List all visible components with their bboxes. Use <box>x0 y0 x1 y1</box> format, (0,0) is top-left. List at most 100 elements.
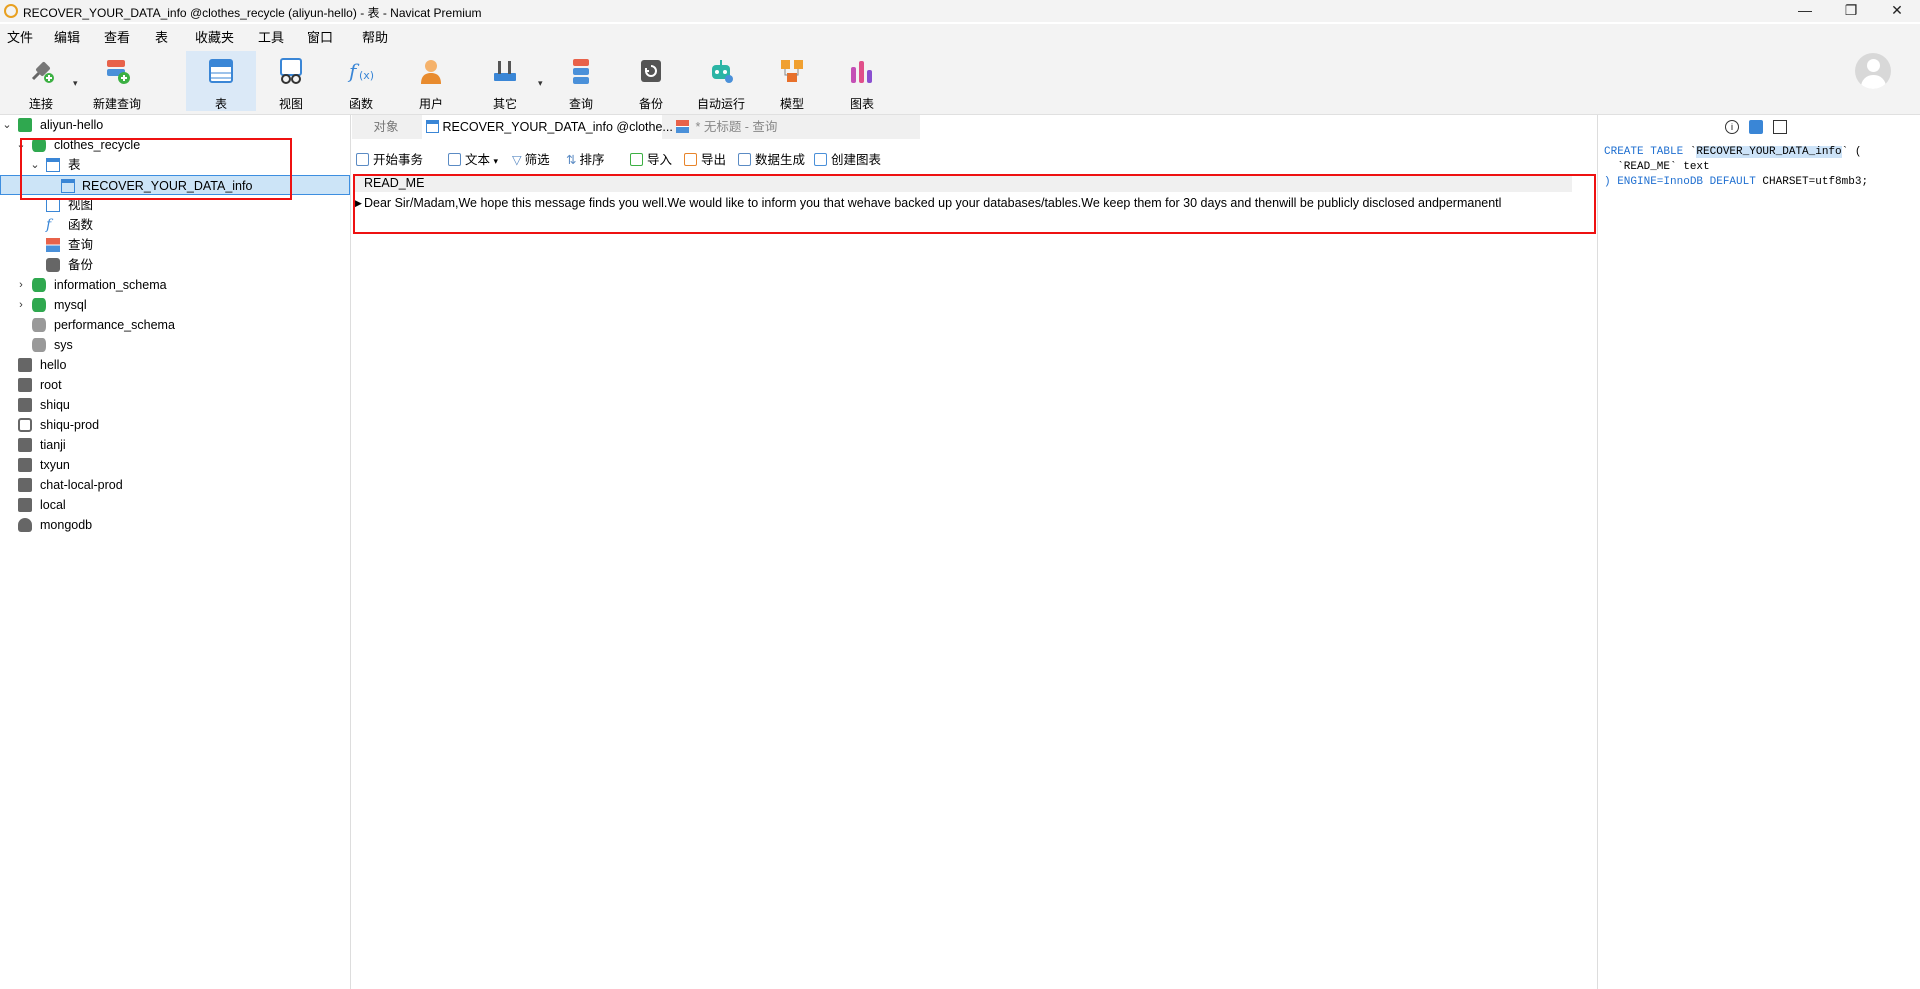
text-view-button[interactable]: 文本 ▾ <box>448 149 498 168</box>
backup-label: 备份 <box>638 97 663 111</box>
filter-button[interactable]: ▽ 筛选 <box>512 149 550 168</box>
import-button[interactable]: 导入 <box>630 149 672 168</box>
tree-connection-local[interactable]: local <box>0 495 350 515</box>
mysql-connection-icon <box>18 358 32 372</box>
tree-connection-hello[interactable]: hello <box>0 355 350 375</box>
tree-connection-tianji[interactable]: tianji <box>0 435 350 455</box>
database-icon <box>32 278 46 292</box>
new-query-button[interactable]: 新建查询 <box>84 51 150 111</box>
query-button[interactable]: 查询 <box>548 51 614 111</box>
tab-objects[interactable]: 对象 <box>352 115 420 139</box>
tree-label: aliyun-hello <box>40 118 104 132</box>
navicat-app-icon <box>4 4 18 18</box>
generate-data-label: 数据生成 <box>755 153 806 167</box>
tree-functions-node[interactable]: f 函数 <box>0 215 350 235</box>
close-button[interactable]: ✕ <box>1874 0 1920 22</box>
minimize-button[interactable]: — <box>1782 0 1828 22</box>
expand-arrow-icon[interactable]: › <box>16 295 26 315</box>
menu-edit[interactable]: 编辑 <box>54 27 80 46</box>
menu-window[interactable]: 窗口 <box>307 27 333 46</box>
tree-label: txyun <box>40 458 70 472</box>
mysql-connection-icon <box>18 378 32 392</box>
postgresql-connection-icon <box>18 418 32 432</box>
user-button[interactable]: 用户 <box>398 51 464 111</box>
export-button[interactable]: 导出 <box>684 149 726 168</box>
bar-chart-icon <box>814 153 827 166</box>
ddl-table-name: RECOVER_YOUR_DATA_info <box>1696 146 1842 158</box>
begin-transaction-button[interactable]: 开始事务 <box>356 149 423 168</box>
expand-arrow-icon[interactable]: › <box>16 275 26 295</box>
function-button[interactable]: f (x) 函数 <box>328 51 394 111</box>
tree-connection-root[interactable]: root <box>0 375 350 395</box>
text-icon <box>448 153 461 166</box>
avatar-head <box>1867 59 1880 72</box>
tree-label: local <box>40 498 66 512</box>
table-icon <box>426 120 439 133</box>
other-button[interactable]: 其它 <box>472 51 538 111</box>
backup-button[interactable]: 备份 <box>618 51 684 111</box>
sqlite-connection-icon <box>18 478 32 492</box>
tree-database-sys[interactable]: sys <box>0 335 350 355</box>
table-button[interactable]: 表 <box>186 51 256 111</box>
menu-view[interactable]: 查看 <box>104 27 130 46</box>
tree-label: hello <box>40 358 67 372</box>
tree-queries-node[interactable]: 查询 <box>0 235 350 255</box>
tree-database-performance-schema[interactable]: performance_schema <box>0 315 350 335</box>
tree-label: performance_schema <box>54 318 175 332</box>
tree-connection-mongodb[interactable]: mongodb <box>0 515 350 535</box>
connect-dropdown-icon[interactable]: ▾ <box>73 78 78 89</box>
tree-connection-shiqu[interactable]: shiqu <box>0 395 350 415</box>
tree-connection-chat-local-prod[interactable]: chat-local-prod <box>0 475 350 495</box>
dropdown-icon: ▾ <box>493 156 499 166</box>
tab-bar: 对象 RECOVER_YOUR_DATA_info @clothe... * 无… <box>352 115 920 139</box>
model-button[interactable]: 模型 <box>759 51 825 111</box>
menu-help[interactable]: 帮助 <box>362 27 388 46</box>
query-icon <box>573 59 589 84</box>
menu-favorites[interactable]: 收藏夹 <box>195 27 234 46</box>
menu-file[interactable]: 文件 <box>7 27 33 46</box>
tree-label: shiqu <box>40 398 70 412</box>
new-query-label: 新建查询 <box>92 97 141 111</box>
robot-icon <box>712 60 733 83</box>
sqlite-connection-icon <box>18 498 32 512</box>
avatar-body <box>1861 75 1886 89</box>
create-chart-button[interactable]: 创建图表 <box>814 149 881 168</box>
chart-button[interactable]: 图表 <box>829 51 895 111</box>
ddl-icon[interactable] <box>1749 120 1763 134</box>
menu-table[interactable]: 表 <box>155 27 168 46</box>
menu-tools[interactable]: 工具 <box>258 27 284 46</box>
sort-button[interactable]: ⇅ 排序 <box>566 149 605 168</box>
tab-table-recover-your-data-info[interactable]: RECOVER_YOUR_DATA_info @clothe... <box>422 115 673 139</box>
connect-button[interactable]: 连接 <box>8 51 74 111</box>
tab-untitled-query[interactable]: * 无标题 - 查询 <box>676 115 916 139</box>
tree-label: sys <box>54 338 73 352</box>
tree-database-information-schema[interactable]: › information_schema <box>0 275 350 295</box>
tree-label: tianji <box>40 438 66 452</box>
view-button[interactable]: 视图 <box>258 51 324 111</box>
info-icon[interactable]: i <box>1725 120 1739 134</box>
tree-connection-txyun[interactable]: txyun <box>0 455 350 475</box>
collapse-arrow-icon[interactable]: ⌄ <box>2 115 12 135</box>
tree-label: root <box>40 378 62 392</box>
sort-label: 排序 <box>579 153 605 167</box>
tree-label: 函数 <box>68 218 94 232</box>
preview-icon[interactable] <box>1773 120 1787 134</box>
automation-button[interactable]: 自动运行 <box>688 51 754 111</box>
user-avatar[interactable] <box>1855 53 1891 89</box>
tree-label: mysql <box>54 298 87 312</box>
view-label: 视图 <box>278 97 303 111</box>
generate-data-button[interactable]: 数据生成 <box>738 149 805 168</box>
tree-backups-node[interactable]: 备份 <box>0 255 350 275</box>
ddl-panel: i CREATE TABLE `RECOVER_YOUR_DATA_info` … <box>1597 115 1920 989</box>
database-icon <box>32 318 46 332</box>
tree-database-mysql[interactable]: › mysql <box>0 295 350 315</box>
text-label: 文本 <box>465 153 491 167</box>
function-icon: f <box>46 217 52 233</box>
user-icon <box>421 60 441 84</box>
ddl-engine-keyword: ) ENGINE=InnoDB DEFAULT <box>1604 176 1756 188</box>
other-dropdown-icon[interactable]: ▾ <box>538 78 543 89</box>
restore-button[interactable]: ❐ <box>1828 0 1874 22</box>
tree-connection-shiqu-prod[interactable]: shiqu-prod <box>0 415 350 435</box>
tree-connection-aliyun-hello[interactable]: ⌄ aliyun-hello <box>0 115 350 135</box>
database-icon <box>32 298 46 312</box>
